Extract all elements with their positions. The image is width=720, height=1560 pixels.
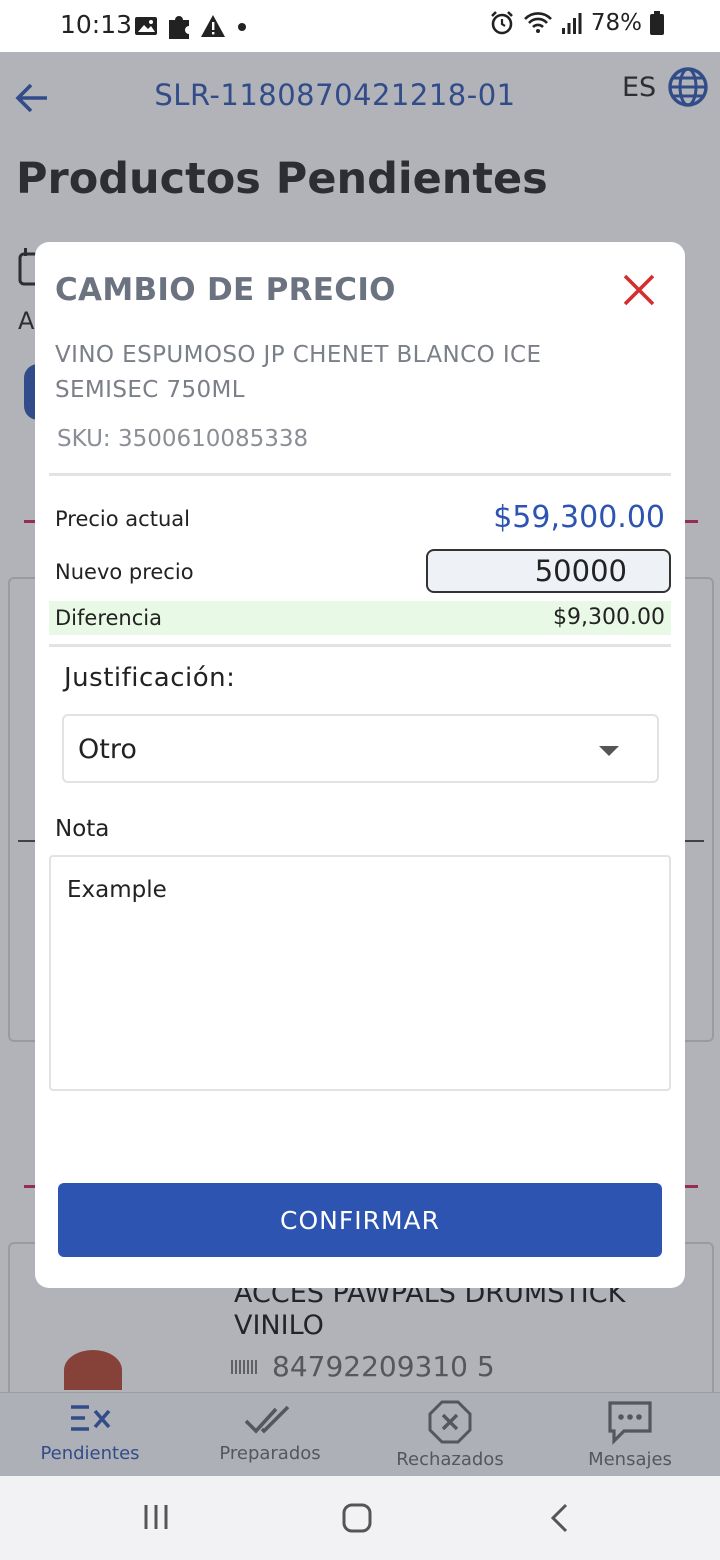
justification-label: Justificación:: [64, 663, 236, 693]
new-price-input[interactable]: [426, 549, 671, 593]
status-bar: 10:13 78%: [0, 0, 720, 52]
close-icon[interactable]: [619, 270, 659, 310]
system-navigation-bar: [0, 1476, 720, 1560]
divider: [49, 473, 671, 476]
battery-icon: [650, 11, 664, 35]
status-time: 10:13: [60, 10, 133, 39]
recent-apps-icon[interactable]: [141, 1502, 171, 1532]
battery-percent: 78%: [590, 10, 642, 36]
product-sku: SKU: 3500610085338: [57, 426, 309, 452]
dot-icon: [238, 23, 246, 31]
dialog-title: CAMBIO DE PRECIO: [55, 272, 396, 308]
current-price-label: Precio actual: [55, 507, 190, 531]
signal-icon: [561, 13, 582, 34]
difference-label: Diferencia: [55, 606, 162, 630]
product-name: VINO ESPUMOSO JP CHENET BLANCO ICE SEMIS…: [55, 342, 542, 403]
home-icon[interactable]: [341, 1502, 373, 1534]
difference-row: Diferencia $9,300.00: [49, 601, 671, 635]
back-nav-icon[interactable]: [548, 1502, 572, 1534]
dropdown-caret-icon: [599, 746, 619, 756]
new-price-label: Nuevo precio: [55, 560, 194, 584]
divider: [49, 644, 671, 647]
wifi-icon: [523, 12, 552, 33]
justification-value: Otro: [78, 734, 137, 765]
note-label: Nota: [55, 816, 110, 842]
confirm-button[interactable]: CONFIRMAR: [58, 1183, 662, 1257]
puzzle-icon: [169, 16, 189, 39]
alarm-icon: [490, 11, 513, 35]
warning-icon: [201, 15, 225, 37]
price-change-dialog: CAMBIO DE PRECIO VINO ESPUMOSO JP CHENET…: [35, 242, 685, 1288]
image-icon: [135, 17, 157, 35]
current-price-value: $59,300.00: [493, 500, 665, 535]
note-textarea[interactable]: Example: [49, 855, 671, 1091]
justification-select[interactable]: Otro: [62, 714, 659, 783]
difference-value: $9,300.00: [553, 605, 665, 630]
